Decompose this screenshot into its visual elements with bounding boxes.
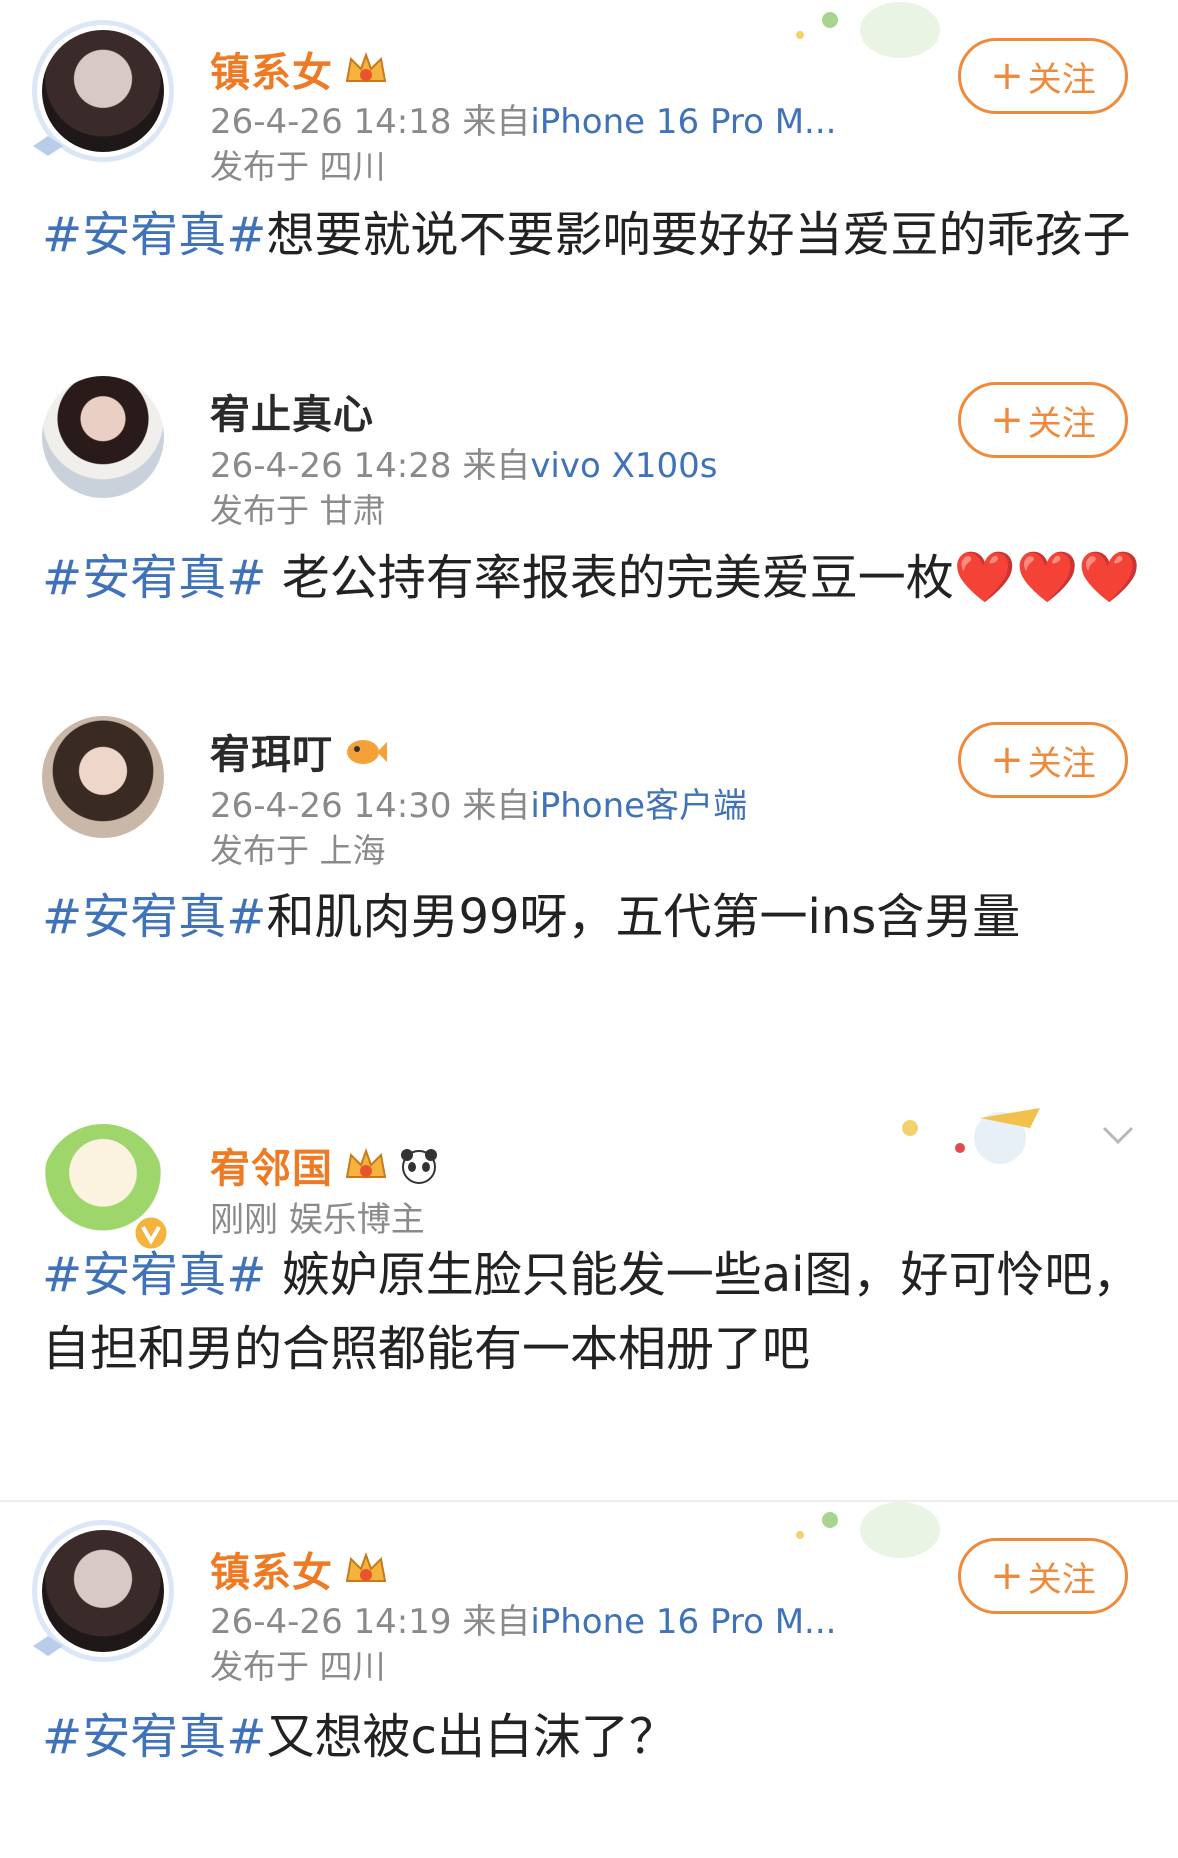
post-content: #安宥真# 嫉妒原生脸只能发一些ai图，好可怜吧，自担和男的合照都能有一本相册了… [42, 1247, 1141, 1377]
post-meta: 26-4-26 14:19 来自iPhone 16 Pro M... [210, 1602, 837, 1642]
hashtag-link[interactable]: #安宥真# [42, 1247, 266, 1303]
post-source-link[interactable]: iPhone 16 Pro M... [530, 102, 836, 142]
avatar[interactable] [38, 372, 168, 502]
chevron-down-icon[interactable] [1098, 1120, 1138, 1150]
user-name[interactable]: 镇系女 [210, 40, 389, 99]
weibo-post: 宥止真心 26-4-26 14:28 来自vivo X100s 发布于 甘肃 +… [0, 360, 1178, 700]
crown-badge-icon [343, 51, 389, 99]
post-location: 发布于 甘肃 [210, 491, 386, 530]
follow-button[interactable]: + 关注 [958, 382, 1128, 458]
user-name[interactable]: 镇系女 [210, 1540, 389, 1599]
avatar[interactable] [32, 20, 174, 162]
fish-badge-icon [343, 734, 387, 780]
weibo-post: 宥珥叮 26-4-26 14:30 来自iPhone客户端 发布于 上海 + 关注… [0, 700, 1178, 1140]
post-location: 发布于 上海 [210, 831, 386, 870]
plus-icon: + [990, 1553, 1024, 1599]
post-meta: 26-4-26 14:18 来自iPhone 16 Pro M... [210, 102, 837, 142]
avatar[interactable] [38, 712, 168, 842]
user-name[interactable]: 宥止真心 [210, 382, 374, 440]
hashtag-link[interactable]: #安宥真# [42, 550, 266, 606]
follow-button[interactable]: + 关注 [958, 1538, 1128, 1614]
plus-icon: + [990, 737, 1024, 783]
avatar[interactable] [38, 1120, 170, 1252]
post-content: #安宥真#想要就说不要影响要好好当爱豆的乖孩子 [42, 207, 1131, 263]
bow-decoration-icon [33, 136, 63, 156]
plus-icon: + [990, 397, 1024, 443]
heart-emoji: ❤️❤️❤️ [953, 548, 1141, 606]
panda-icon [399, 1147, 439, 1195]
avatar[interactable] [32, 1520, 174, 1662]
post-location: 发布于 四川 [210, 147, 386, 186]
post-content: #安宥真# 老公持有率报表的完美爱豆一枚❤️❤️❤️ [42, 548, 1141, 606]
follow-button[interactable]: + 关注 [958, 38, 1128, 114]
user-name[interactable]: 宥邻国 [210, 1136, 439, 1195]
post-meta: 26-4-26 14:30 来自iPhone客户端 [210, 786, 748, 826]
user-name[interactable]: 宥珥叮 [210, 722, 387, 780]
bow-decoration-icon [33, 1636, 63, 1656]
weibo-post: 镇系女 26-4-26 14:19 来自iPhone 16 Pro M... 发… [0, 1500, 1178, 1858]
hashtag-link[interactable]: #安宥真# [42, 207, 266, 263]
weibo-post: 镇系女 26-4-26 14:18 来自iPhone 16 Pro M... 发… [0, 0, 1178, 380]
post-meta: 刚刚 娱乐博主 [210, 1200, 425, 1240]
plus-icon: + [990, 53, 1024, 99]
card-decoration-icon [796, 2, 940, 58]
card-decoration-icon [796, 1502, 940, 1558]
crown-badge-icon [343, 1551, 389, 1599]
post-content: #安宥真#和肌肉男99呀，五代第一ins含男量 [42, 889, 1021, 945]
post-source-link[interactable]: iPhone客户端 [530, 786, 747, 826]
card-decoration-icon [902, 1108, 1040, 1164]
hashtag-link[interactable]: #安宥真# [42, 1709, 266, 1765]
hashtag-link[interactable]: #安宥真# [42, 889, 266, 945]
weibo-post: 宥邻国 刚刚 娱乐博主 #安宥真# 嫉妒原生脸只能发一些ai图，好可怜吧，自担和… [0, 1108, 1178, 1500]
post-location: 发布于 四川 [210, 1647, 386, 1686]
crown-badge-icon [343, 1147, 389, 1195]
post-meta: 26-4-26 14:28 来自vivo X100s [210, 446, 718, 486]
follow-button[interactable]: + 关注 [958, 722, 1128, 798]
post-source-link[interactable]: iPhone 16 Pro M... [530, 1602, 836, 1642]
post-source-link[interactable]: vivo X100s [530, 446, 717, 486]
post-content: #安宥真#又想被c出白沫了？ [42, 1709, 677, 1765]
